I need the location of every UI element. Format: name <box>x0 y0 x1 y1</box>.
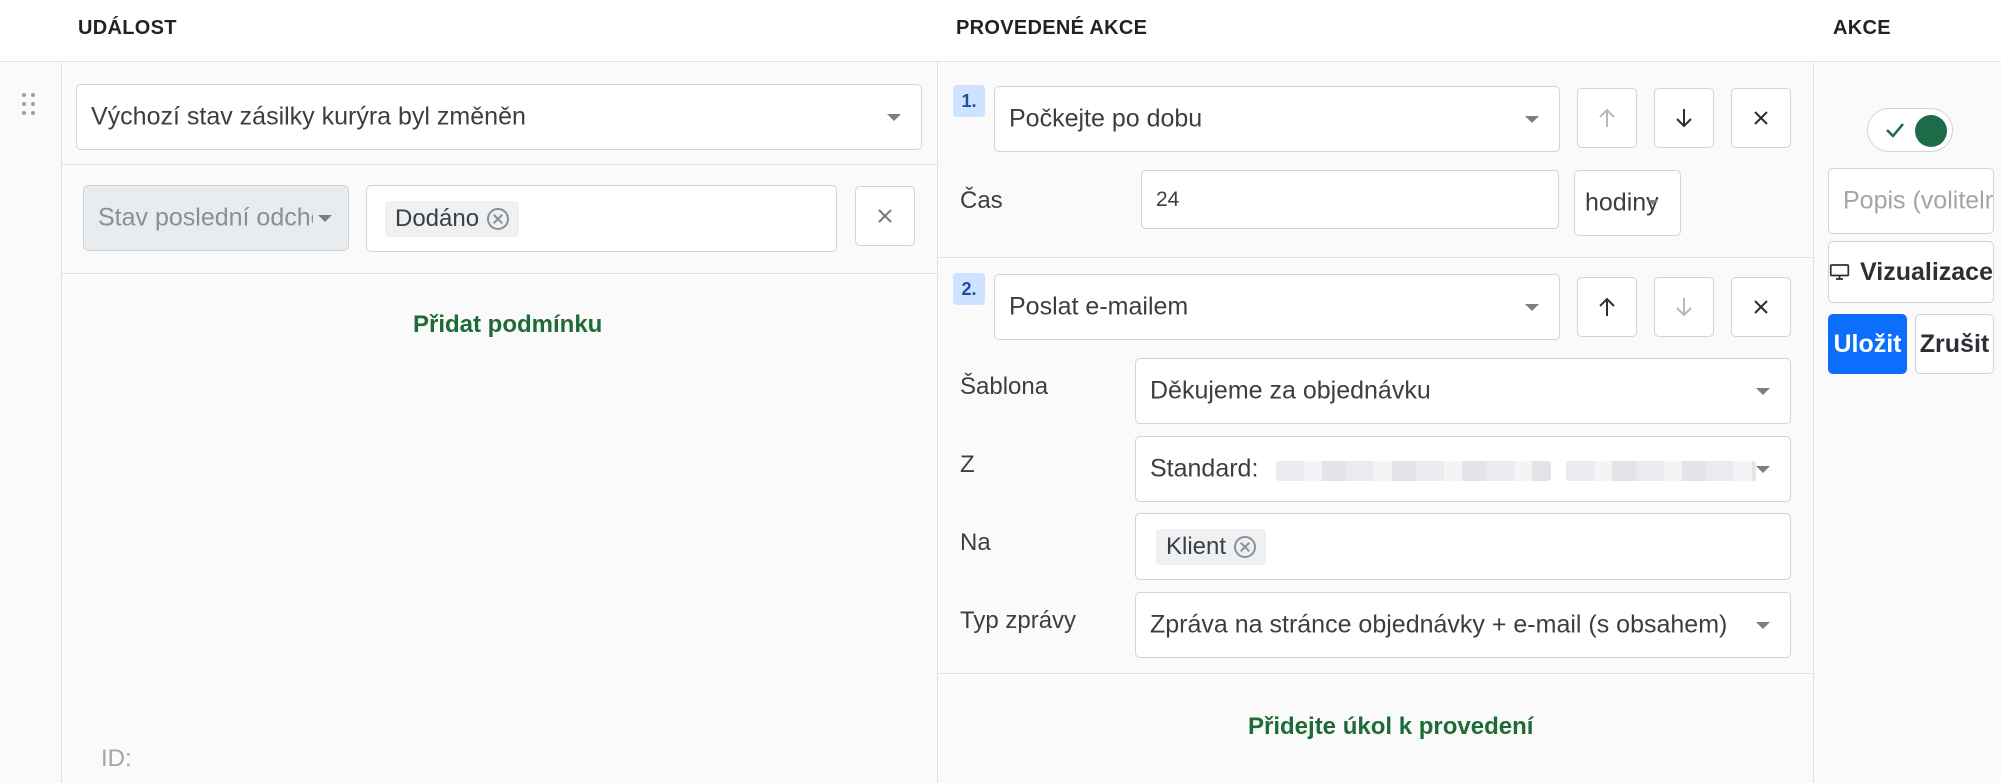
close-icon <box>1754 300 1768 314</box>
divider <box>62 273 937 274</box>
action-2-type-value: Poslat e-mailem <box>1009 292 1189 321</box>
move-up-button[interactable] <box>1577 88 1637 148</box>
action-1-type-select[interactable]: Počkejte po dobu <box>994 86 1560 152</box>
save-button[interactable]: Uložit <box>1828 314 1907 374</box>
chevron-down-icon <box>1756 388 1770 395</box>
remove-action-button[interactable] <box>1731 277 1791 337</box>
id-label: ID: <box>101 745 132 772</box>
event-select[interactable]: Výchozí stav zásilky kurýra byl změněn <box>76 84 922 150</box>
divider <box>62 164 937 165</box>
condition-field-select[interactable]: Stav poslední odchozí <box>83 185 349 251</box>
remove-action-button[interactable] <box>1731 88 1791 148</box>
template-label: Šablona <box>960 373 1049 400</box>
add-action-link[interactable]: Přidejte úkol k provedení <box>1248 713 1533 741</box>
enabled-toggle[interactable] <box>1867 108 1953 152</box>
monitor-icon <box>1829 264 1850 280</box>
time-unit-value: hodiny <box>1585 188 1659 217</box>
toggle-knob <box>1915 115 1947 147</box>
chevron-down-icon <box>318 215 332 222</box>
message-type-value: Zpráva na stránce objednávky + e-mail (s… <box>1150 610 1728 639</box>
remove-tag-icon[interactable] <box>487 207 510 230</box>
divider <box>938 257 1813 258</box>
add-condition-link[interactable]: Přidat podmínku <box>413 311 602 339</box>
divider <box>937 62 938 783</box>
tag-label: Klient <box>1166 532 1227 560</box>
close-icon <box>1754 111 1768 125</box>
description-placeholder: Popis (volitelné) <box>1843 186 1993 215</box>
remove-tag-icon[interactable] <box>1234 535 1257 558</box>
divider <box>938 673 1813 674</box>
chevron-down-icon <box>1756 622 1770 629</box>
header-event: UDÁLOST <box>78 17 177 39</box>
event-select-value: Výchozí stav zásilky kurýra byl změněn <box>91 102 526 131</box>
check-icon <box>1886 123 1904 138</box>
action-number-badge: 1. <box>953 85 985 117</box>
move-down-button[interactable] <box>1654 277 1714 337</box>
time-label: Čas <box>960 187 1003 214</box>
chevron-down-icon <box>1525 304 1539 311</box>
from-label: Z <box>960 451 975 478</box>
action-2-type-select[interactable]: Poslat e-mailem <box>994 274 1560 340</box>
divider <box>61 62 62 783</box>
action-number-badge: 2. <box>953 273 985 305</box>
time-unit-select[interactable]: hodiny <box>1574 170 1681 236</box>
chevron-down-icon <box>1648 200 1658 205</box>
divider <box>1813 62 1814 783</box>
from-value: Standard: <box>1150 454 1259 483</box>
message-type-label: Typ zprávy <box>960 607 1077 634</box>
chevron-down-icon <box>887 114 901 121</box>
to-label: Na <box>960 529 991 556</box>
move-up-button[interactable] <box>1577 277 1637 337</box>
message-type-select[interactable]: Zpráva na stránce objednávky + e-mail (s… <box>1135 592 1791 658</box>
chevron-down-icon <box>1756 466 1770 473</box>
visualize-button[interactable]: Vizualizace <box>1828 241 1994 303</box>
condition-value-select[interactable]: Dodáno <box>366 185 837 252</box>
visualize-label: Vizualizace <box>1860 257 1993 286</box>
remove-condition-button[interactable] <box>855 186 915 246</box>
condition-field-value: Stav poslední odchozí <box>98 203 313 232</box>
action-1-type-value: Počkejte po dobu <box>1009 104 1203 133</box>
header-actions-done: PROVEDENÉ AKCE <box>956 17 1148 39</box>
close-icon <box>878 209 892 223</box>
redacted-area <box>1566 461 1756 481</box>
from-select[interactable]: Standard: <box>1135 436 1791 502</box>
arrow-down-icon <box>1676 109 1692 128</box>
condition-value-tag: Dodáno <box>385 200 520 237</box>
drag-handle-icon[interactable] <box>20 93 38 119</box>
template-select[interactable]: Děkujeme za objednávku <box>1135 358 1791 424</box>
redacted-area <box>1276 461 1551 481</box>
to-tag: Klient <box>1156 528 1267 565</box>
table-header: UDÁLOST PROVEDENÉ AKCE AKCE <box>0 0 2001 62</box>
header-actions: AKCE <box>1833 17 1891 39</box>
description-input[interactable]: Popis (volitelné) <box>1828 168 1994 234</box>
arrow-up-icon <box>1599 297 1615 316</box>
to-select[interactable]: Klient <box>1135 513 1791 580</box>
move-down-button[interactable] <box>1654 88 1714 148</box>
cancel-button[interactable]: Zrušit <box>1915 314 1994 374</box>
time-input[interactable]: 24 <box>1141 170 1559 229</box>
arrow-up-icon <box>1599 108 1615 127</box>
tag-label: Dodáno <box>395 204 480 232</box>
arrow-down-icon <box>1676 298 1692 317</box>
time-input-value: 24 <box>1156 187 1180 211</box>
template-value: Děkujeme za objednávku <box>1150 376 1431 405</box>
chevron-down-icon <box>1525 116 1539 123</box>
